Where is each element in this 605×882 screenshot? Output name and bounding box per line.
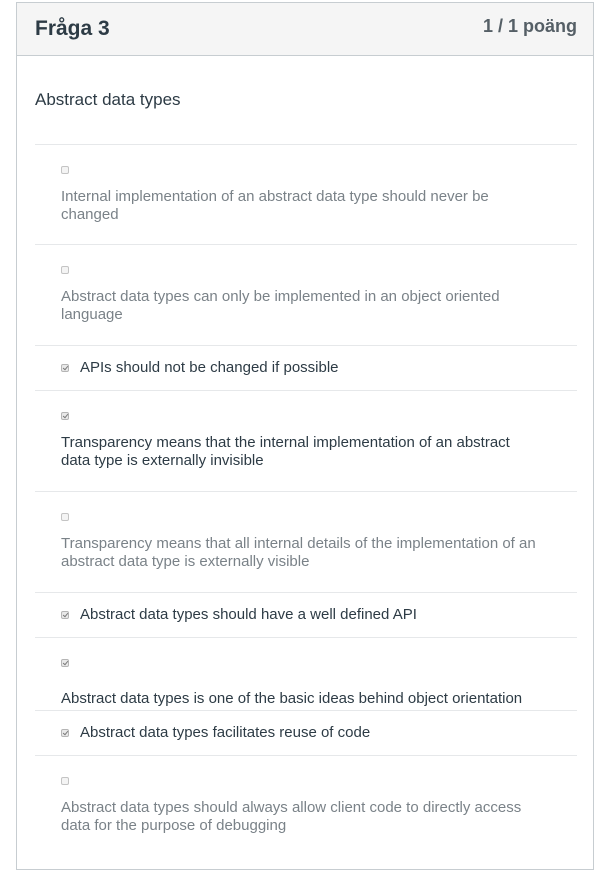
answer-option[interactable]: Transparency means that all internal det… — [35, 492, 577, 593]
answer-label: Abstract data types should have a well d… — [80, 606, 417, 623]
checkbox-checked[interactable] — [61, 412, 69, 420]
checkbox[interactable] — [61, 166, 69, 174]
checkbox[interactable] — [61, 266, 69, 274]
answer-option[interactable]: Abstract data types should have a well d… — [35, 593, 577, 638]
answer-label: Abstract data types should always allow … — [61, 799, 522, 834]
question-body: Abstract data types Internal implementat… — [17, 56, 593, 856]
answer-label: Transparency means that all internal det… — [61, 535, 536, 570]
answer-label: Abstract data types is one of the basic … — [61, 690, 523, 707]
answer-option[interactable]: Internal implementation of an abstract d… — [35, 145, 577, 245]
checkbox[interactable] — [61, 513, 69, 521]
answer-option[interactable]: Abstract data types facilitates reuse of… — [35, 711, 577, 756]
checkbox-checked[interactable] — [61, 611, 69, 619]
quiz-question-card: Fråga 3 1 / 1 poäng Abstract data types … — [16, 2, 594, 870]
answer-list: Internal implementation of an abstract d… — [35, 145, 577, 856]
answer-option[interactable]: Abstract data types should always allow … — [35, 756, 577, 856]
answer-label: APIs should not be changed if possible — [80, 359, 339, 376]
question-points: 1 / 1 poäng — [482, 16, 577, 36]
checkbox-checked[interactable] — [61, 659, 69, 667]
checkbox-checked[interactable] — [61, 729, 69, 737]
answer-option[interactable]: Abstract data types can only be implemen… — [35, 245, 577, 346]
answer-option[interactable]: Abstract data types is one of the basic … — [35, 638, 577, 711]
answer-option[interactable]: Transparency means that the internal imp… — [35, 391, 577, 492]
checkbox[interactable] — [61, 777, 69, 785]
answer-label: Abstract data types facilitates reuse of… — [80, 724, 371, 741]
answer-option[interactable]: APIs should not be changed if possible — [35, 346, 577, 391]
question-text: Abstract data types — [35, 56, 577, 145]
answer-label: Transparency means that the internal imp… — [61, 434, 510, 469]
answer-label: Internal implementation of an abstract d… — [61, 188, 489, 223]
question-title: Fråga 3 — [35, 17, 110, 40]
question-header: Fråga 3 1 / 1 poäng — [17, 3, 593, 56]
checkbox-checked[interactable] — [61, 364, 69, 372]
answer-label: Abstract data types can only be implemen… — [61, 288, 500, 323]
